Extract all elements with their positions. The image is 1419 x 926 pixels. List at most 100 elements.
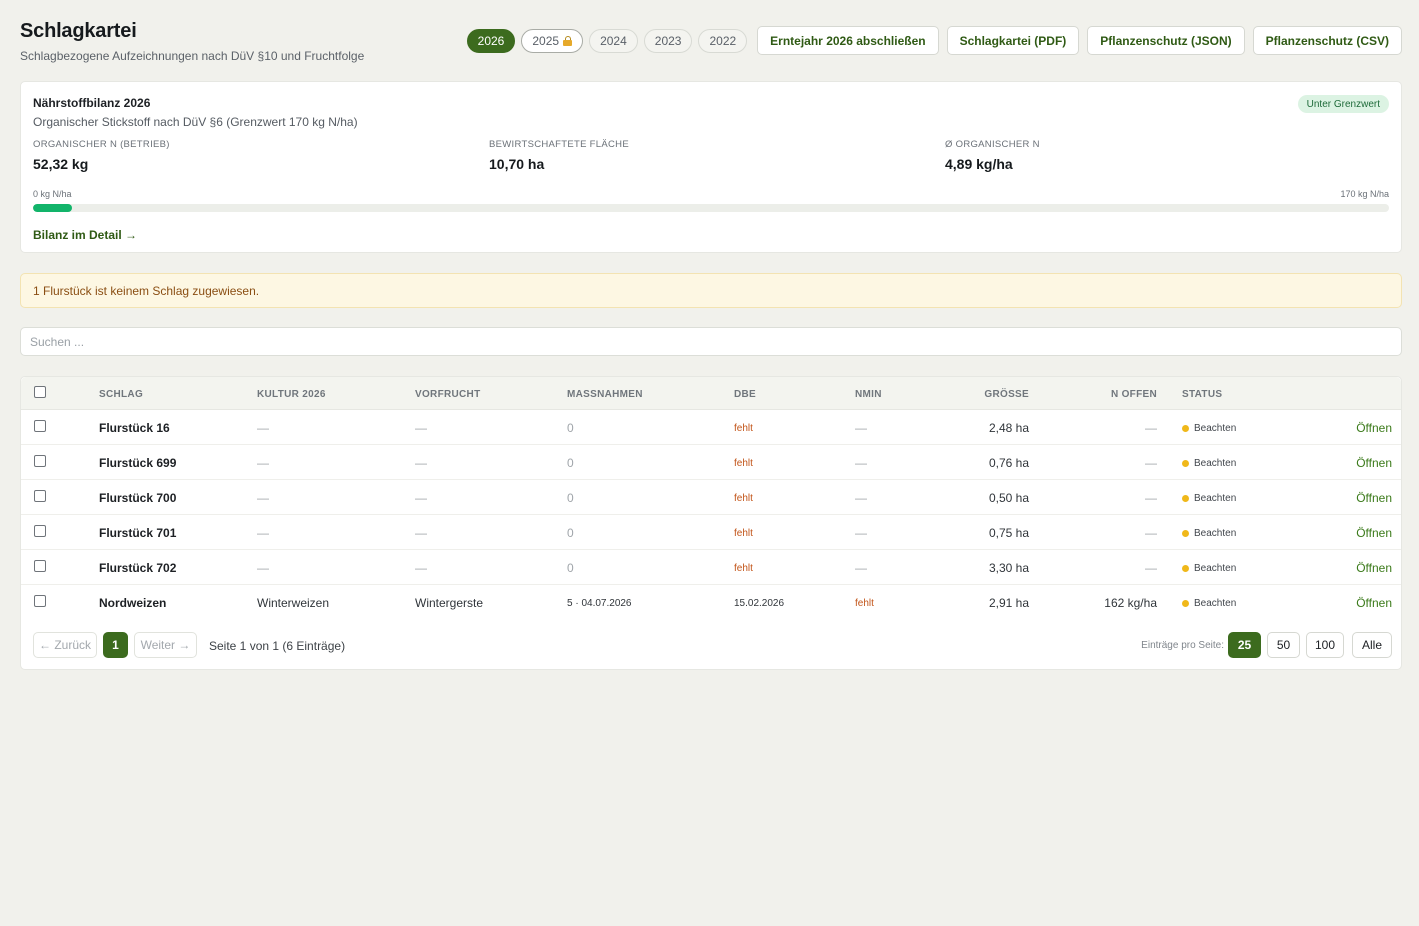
select-all-checkbox[interactable]: [34, 386, 46, 398]
table-row[interactable]: Flurstück 699 — — 0 fehlt — 0,76 ha — Be…: [21, 445, 1401, 480]
balance-title: Nährstoffbilanz 2026: [33, 96, 151, 110]
row-checkbox[interactable]: [34, 455, 46, 467]
open-link[interactable]: Öffnen: [1356, 561, 1392, 575]
cell-massnahmen: 0: [567, 491, 574, 505]
row-checkbox[interactable]: [34, 420, 46, 432]
cell-nmin: —: [855, 526, 867, 540]
year-pill-2026[interactable]: 2026: [466, 28, 516, 53]
pagination: ← Zurück 1 Weiter → Seite 1 von 1 (6 Ein…: [21, 632, 1401, 658]
metric-area: Bewirtschaftete Fläche 10,70 ha: [489, 139, 629, 172]
year-pill-2023[interactable]: 2023: [643, 28, 693, 53]
search-input[interactable]: [20, 327, 1402, 356]
status-dot-icon: [1182, 425, 1189, 432]
header-vorfrucht[interactable]: VORFRUCHT: [415, 389, 480, 400]
status-text: Beachten: [1194, 598, 1237, 609]
status-text: Beachten: [1194, 493, 1237, 504]
cell-dbe: fehlt: [734, 563, 753, 574]
table-row[interactable]: Flurstück 700 — — 0 fehlt — 0,50 ha — Be…: [21, 480, 1401, 515]
balance-detail-link[interactable]: Bilanz im Detail →: [33, 228, 137, 242]
year-selector: 2026 2025 2024 2023 2022: [466, 28, 748, 53]
row-checkbox[interactable]: [34, 595, 46, 607]
open-link[interactable]: Öffnen: [1356, 526, 1392, 540]
year-label: 2023: [654, 33, 682, 48]
prev-page-button[interactable]: ← Zurück: [33, 632, 97, 658]
year-label: 2026: [477, 33, 505, 48]
cell-groesse: 2,91 ha: [988, 596, 1029, 610]
cell-vorfrucht: —: [415, 561, 427, 575]
status-text: Beachten: [1194, 458, 1237, 469]
year-pill-2024[interactable]: 2024: [589, 28, 638, 53]
per-page-100-button[interactable]: 100: [1306, 632, 1344, 658]
cell-massnahmen: 0: [567, 421, 574, 435]
lock-icon: [563, 35, 573, 46]
table-row[interactable]: Nordweizen Winterweizen Wintergerste 5 ·…: [21, 585, 1401, 620]
header-dbe[interactable]: DBE: [734, 389, 756, 400]
table-row[interactable]: Flurstück 16 — — 0 fehlt — 2,48 ha — Bea…: [21, 410, 1401, 445]
per-page-50-button[interactable]: 50: [1267, 632, 1300, 658]
cell-kultur: Winterweizen: [257, 596, 330, 610]
year-label: 2024: [600, 33, 627, 48]
header-status[interactable]: STATUS: [1182, 389, 1222, 400]
status-dot-icon: [1182, 530, 1189, 537]
metric-avg-n: Ø Organischer N 4,89 kg/ha: [945, 139, 1040, 172]
header-n-offen[interactable]: N OFFEN: [1057, 389, 1157, 400]
cell-vorfrucht: —: [415, 526, 427, 540]
open-link[interactable]: Öffnen: [1356, 596, 1392, 610]
header-kultur[interactable]: KULTUR 2026: [257, 389, 326, 400]
header-groesse[interactable]: GRÖSSE: [929, 389, 1029, 400]
page-1-button[interactable]: 1: [103, 632, 128, 658]
warning-text: 1 Flurstück ist keinem Schlag zugewiesen…: [33, 283, 260, 298]
per-page-all-button[interactable]: Alle: [1352, 632, 1392, 658]
metric-value: 52,32 kg: [33, 156, 89, 172]
cell-groesse: 0,75 ha: [988, 526, 1029, 540]
cell-schlag: Flurstück 16: [99, 421, 170, 435]
cell-n-offen: —: [1145, 561, 1157, 575]
nitrogen-progress-fill: [33, 204, 73, 212]
year-pill-2025[interactable]: 2025: [521, 28, 584, 53]
header-schlag[interactable]: SCHLAG: [99, 389, 143, 400]
cell-vorfrucht: Wintergerste: [415, 596, 484, 610]
cell-status: Beachten: [1182, 598, 1236, 609]
open-link[interactable]: Öffnen: [1356, 491, 1392, 505]
cell-nmin: —: [855, 456, 867, 470]
export-csv-button[interactable]: Pflanzenschutz (CSV): [1252, 26, 1402, 55]
header-massnahmen[interactable]: MASSNAHMEN: [567, 389, 643, 400]
cell-massnahmen: 0: [567, 526, 574, 540]
metric-value: 10,70 ha: [489, 156, 545, 172]
cell-schlag: Flurstück 701: [99, 526, 177, 540]
status-dot-icon: [1182, 600, 1189, 607]
open-link[interactable]: Öffnen: [1356, 456, 1392, 470]
row-checkbox[interactable]: [34, 490, 46, 502]
cell-nmin: fehlt: [855, 598, 874, 609]
metric-label: Organischer N (Betrieb): [33, 139, 170, 150]
status-dot-icon: [1182, 460, 1189, 467]
status-text: Beachten: [1194, 423, 1237, 434]
table-row[interactable]: Flurstück 702 — — 0 fehlt — 3,30 ha — Be…: [21, 550, 1401, 585]
year-label: 2022: [709, 33, 737, 48]
cell-vorfrucht: —: [415, 491, 427, 505]
per-page-label: Einträge pro Seite:: [1141, 640, 1224, 651]
row-checkbox[interactable]: [34, 560, 46, 572]
cell-kultur: —: [257, 491, 269, 505]
cell-nmin: —: [855, 421, 867, 435]
cell-n-offen: 162 kg/ha: [1104, 596, 1157, 610]
header-nmin[interactable]: NMIN: [855, 389, 882, 400]
cell-schlag: Nordweizen: [99, 596, 167, 610]
row-checkbox[interactable]: [34, 525, 46, 537]
cell-dbe: 15.02.2026: [734, 598, 785, 609]
close-year-button[interactable]: Erntejahr 2026 abschließen: [757, 26, 939, 55]
table-row[interactable]: Flurstück 701 — — 0 fehlt — 0,75 ha — Be…: [21, 515, 1401, 550]
export-json-button[interactable]: Pflanzenschutz (JSON): [1087, 26, 1245, 55]
export-pdf-button[interactable]: Schlagkartei (PDF): [946, 26, 1080, 55]
cell-status: Beachten: [1182, 528, 1236, 539]
cell-massnahmen: 5 · 04.07.2026: [567, 598, 632, 609]
cell-kultur: —: [257, 421, 269, 435]
per-page-25-button[interactable]: 25: [1228, 632, 1261, 658]
cell-schlag: Flurstück 702: [99, 561, 177, 575]
page-info: Seite 1 von 1 (6 Einträge): [209, 639, 346, 653]
cell-schlag: Flurstück 699: [99, 456, 177, 470]
cell-vorfrucht: —: [415, 456, 427, 470]
next-page-button[interactable]: Weiter →: [134, 632, 197, 658]
open-link[interactable]: Öffnen: [1356, 421, 1392, 435]
year-pill-2022[interactable]: 2022: [698, 28, 748, 53]
